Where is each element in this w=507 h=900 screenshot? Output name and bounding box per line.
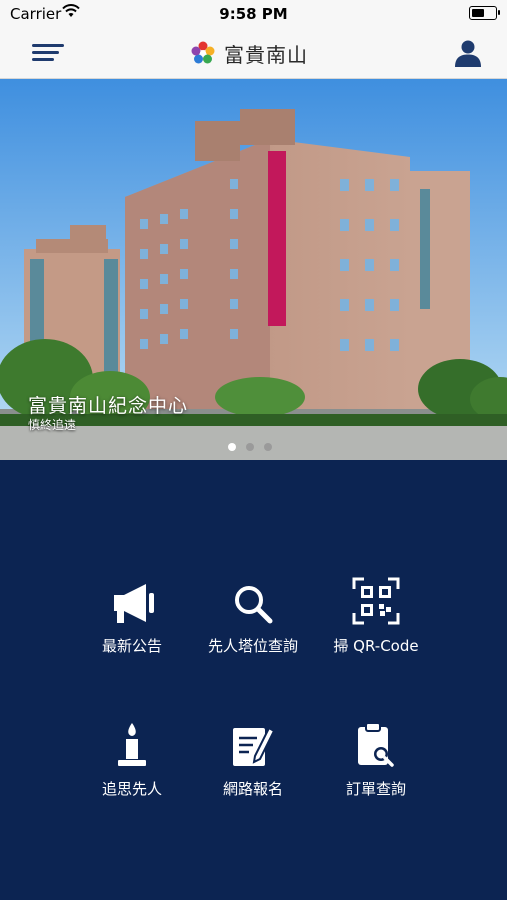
clock: 9:58 PM [219, 5, 288, 23]
menu-item-label: 訂單查詢 [345, 780, 406, 798]
user-icon[interactable] [453, 38, 483, 68]
carousel-page-indicator[interactable] [228, 443, 272, 451]
battery-icon [469, 6, 500, 20]
qr-code-icon [352, 577, 400, 625]
candle-icon [118, 723, 146, 766]
menu-item-scan-qr[interactable]: 掃 QR-Code [301, 575, 451, 656]
menu-item-order-inquiry[interactable]: 訂單查詢 [301, 718, 451, 799]
megaphone-icon [114, 584, 154, 623]
search-icon [235, 586, 273, 624]
hero-carousel[interactable]: 富貴南山紀念中心 慎終追遠 [0, 79, 507, 460]
page-dot-3[interactable] [264, 443, 272, 451]
app-title: 富貴南山 [224, 42, 308, 67]
page-dot-2[interactable] [246, 443, 254, 451]
brand: 富貴南山 [190, 38, 308, 68]
menu-item-label: 掃 QR-Code [333, 637, 419, 655]
hero-subcaption: 慎終追遠 [28, 418, 77, 432]
logo-icon [191, 41, 215, 64]
status-bar: Carrier 9:58 PM [0, 0, 507, 28]
form-edit-icon [233, 726, 275, 766]
order-search-icon [358, 722, 394, 767]
hero-caption: 富貴南山紀念中心 [28, 395, 189, 417]
menu-icon[interactable] [32, 42, 68, 64]
page-dot-1[interactable] [228, 443, 236, 451]
navigation-bar: 富貴南山 [0, 28, 507, 79]
